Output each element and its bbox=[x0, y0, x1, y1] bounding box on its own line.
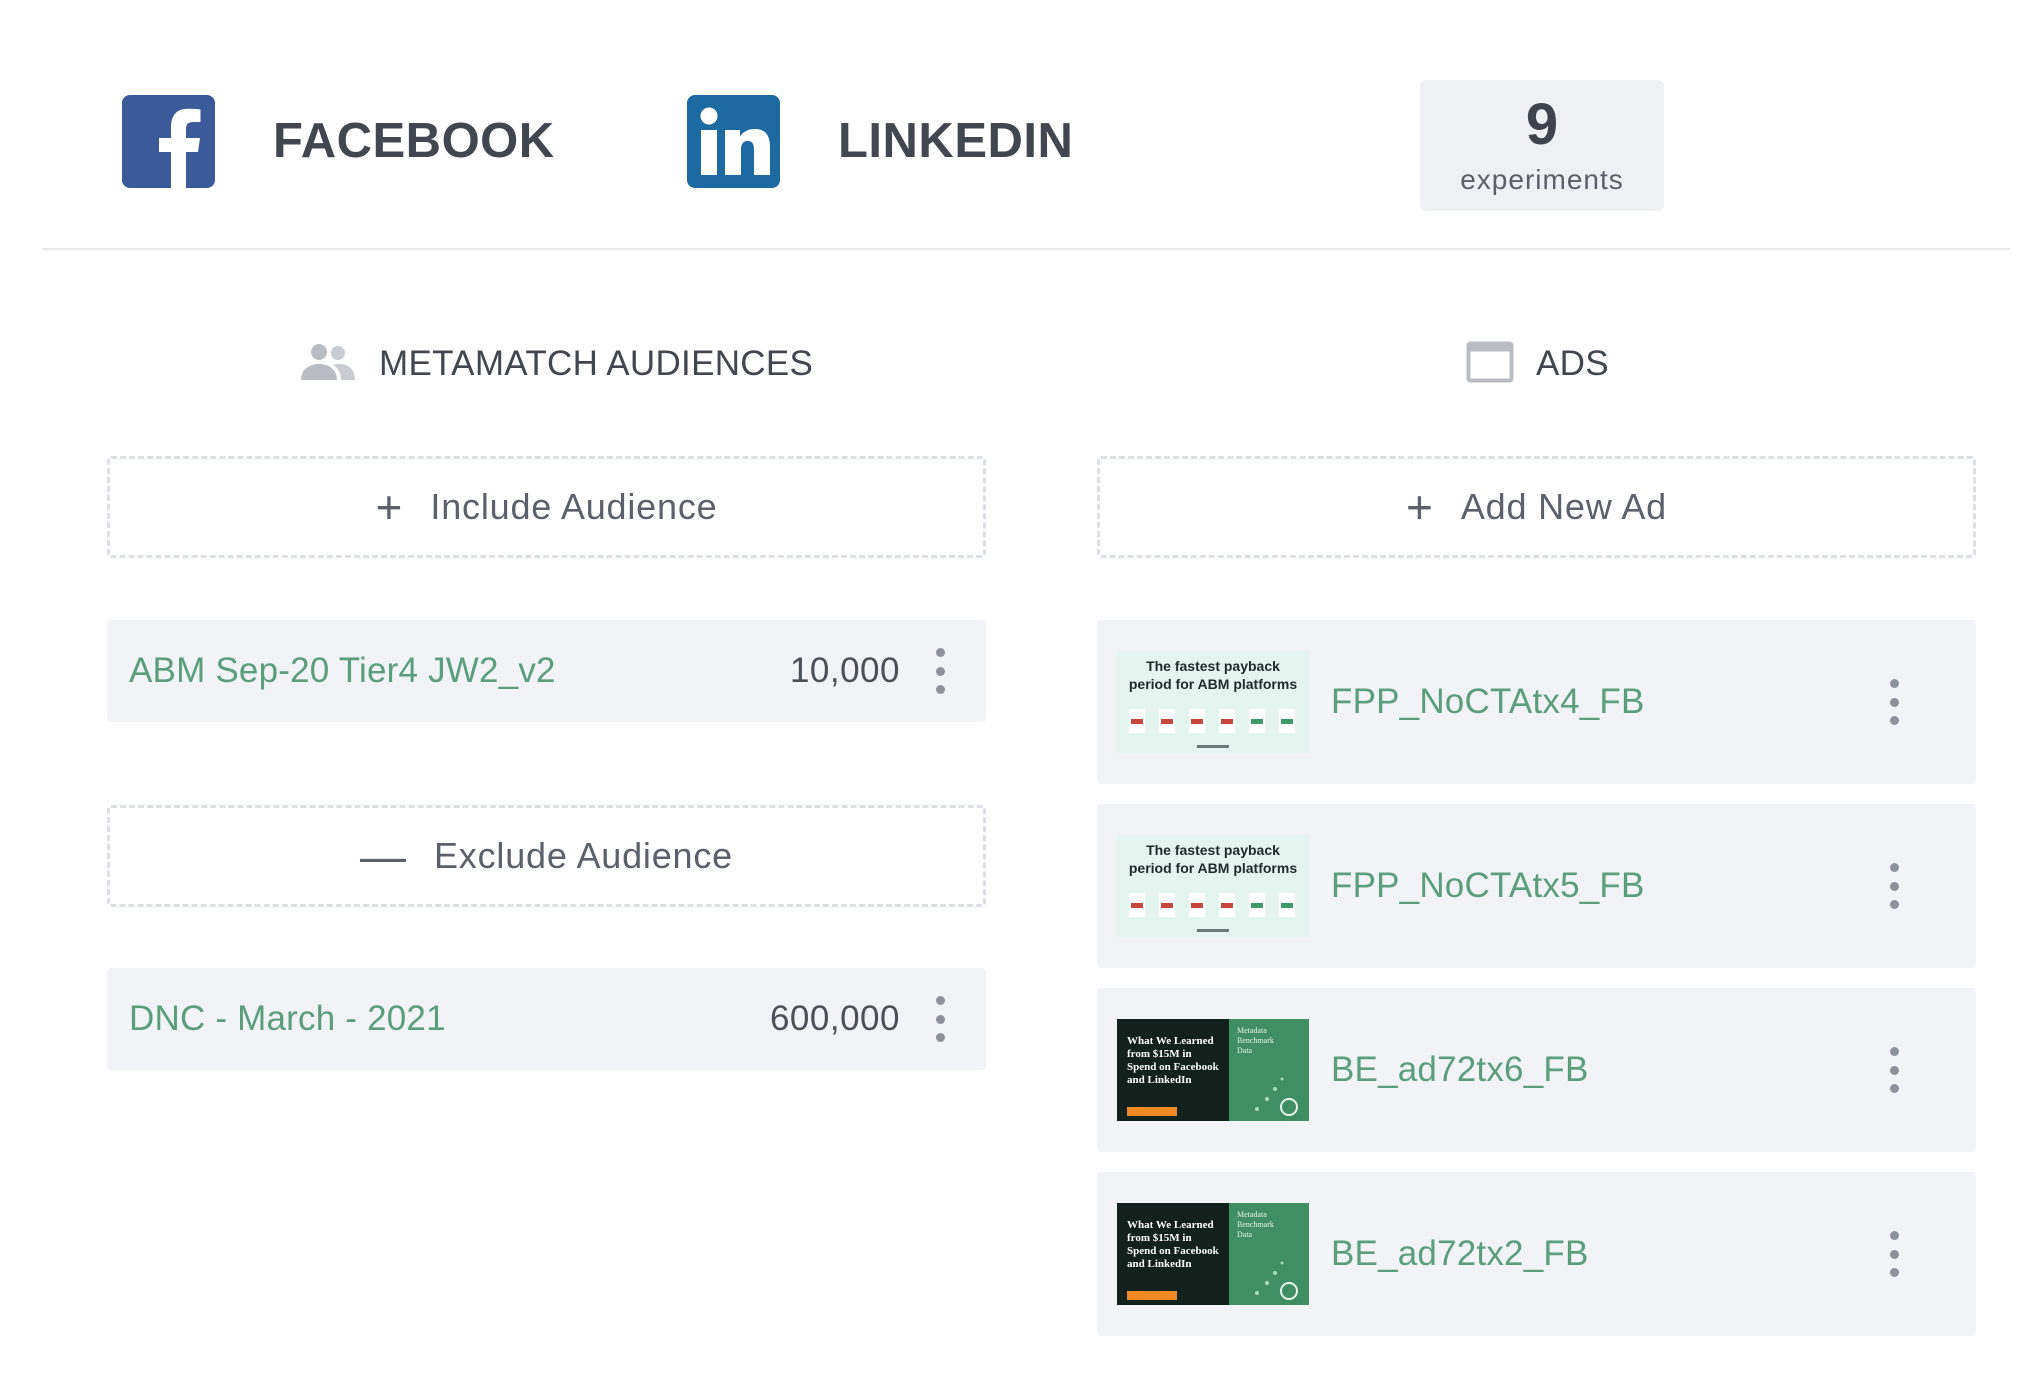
more-options-icon[interactable] bbox=[930, 648, 950, 694]
ad-row: What We Learned from $15M in Spend on Fa… bbox=[1097, 1172, 1976, 1336]
svg-text:and LinkedIn: and LinkedIn bbox=[1127, 1258, 1192, 1270]
ad-name[interactable]: FPP_NoCTAtx5_FB bbox=[1331, 866, 1884, 906]
excluded-audience-row: DNC - March - 2021 600,000 bbox=[107, 968, 986, 1070]
ad-name[interactable]: FPP_NoCTAtx4_FB bbox=[1331, 682, 1884, 722]
add-new-ad-label: Add New Ad bbox=[1460, 486, 1667, 527]
audience-count: 10,000 bbox=[789, 651, 900, 690]
audience-count: 600,000 bbox=[769, 999, 900, 1038]
more-options-icon[interactable] bbox=[1884, 863, 1904, 909]
linkedin-platform[interactable]: LINKEDIN bbox=[687, 94, 1073, 188]
plus-icon: + bbox=[1406, 481, 1433, 533]
ad-row: What We Learned from $15M in Spend on Fa… bbox=[1097, 988, 1976, 1152]
ads-title: ADS bbox=[1536, 344, 1609, 383]
people-icon bbox=[297, 342, 357, 387]
facebook-platform[interactable]: FACEBOOK bbox=[122, 94, 555, 188]
more-options-icon[interactable] bbox=[930, 996, 950, 1042]
more-options-icon[interactable] bbox=[1884, 679, 1904, 725]
ad-name[interactable]: BE_ad72tx2_FB bbox=[1331, 1234, 1884, 1274]
ad-thumbnail[interactable]: What We Learned from $15M in Spend on Fa… bbox=[1117, 1203, 1309, 1305]
exclude-audience-label: Exclude Audience bbox=[433, 835, 733, 876]
svg-text:Data: Data bbox=[1237, 1046, 1253, 1055]
svg-text:Spend on Facebook: Spend on Facebook bbox=[1127, 1245, 1220, 1257]
facebook-icon bbox=[122, 94, 215, 188]
svg-text:The fastest payback: The fastest payback bbox=[1146, 842, 1280, 858]
window-icon bbox=[1466, 341, 1514, 388]
more-options-icon[interactable] bbox=[1884, 1231, 1904, 1277]
ads-section-header: ADS bbox=[1466, 336, 1609, 392]
ad-thumbnail[interactable]: The fastest payback period for ABM platf… bbox=[1117, 651, 1309, 753]
include-audience-button[interactable]: + Include Audience bbox=[107, 456, 986, 558]
ad-name[interactable]: BE_ad72tx6_FB bbox=[1331, 1050, 1884, 1090]
svg-text:Data: Data bbox=[1237, 1230, 1253, 1239]
svg-text:The fastest payback: The fastest payback bbox=[1146, 658, 1280, 674]
audiences-section-header: METAMATCH AUDIENCES bbox=[297, 336, 813, 392]
svg-text:Benchmark: Benchmark bbox=[1237, 1220, 1274, 1229]
svg-text:What We Learned: What We Learned bbox=[1127, 1035, 1214, 1047]
ad-thumbnail[interactable]: What We Learned from $15M in Spend on Fa… bbox=[1117, 1019, 1309, 1121]
more-options-icon[interactable] bbox=[1884, 1047, 1904, 1093]
audience-name[interactable]: DNC - March - 2021 bbox=[129, 999, 770, 1039]
svg-text:Metadata: Metadata bbox=[1237, 1210, 1267, 1219]
minus-icon: — bbox=[359, 830, 406, 882]
svg-text:Metadata: Metadata bbox=[1237, 1026, 1267, 1035]
audiences-title: METAMATCH AUDIENCES bbox=[379, 344, 814, 383]
audience-name[interactable]: ABM Sep-20 Tier4 JW2_v2 bbox=[129, 651, 790, 691]
svg-text:and LinkedIn: and LinkedIn bbox=[1127, 1074, 1192, 1086]
plus-icon: + bbox=[375, 481, 403, 533]
svg-text:Benchmark: Benchmark bbox=[1237, 1036, 1274, 1045]
experiments-count: 9 bbox=[1525, 91, 1559, 157]
facebook-label: FACEBOOK bbox=[273, 114, 555, 168]
svg-text:period for ABM platforms: period for ABM platforms bbox=[1129, 860, 1297, 876]
header-divider bbox=[42, 248, 2010, 250]
linkedin-label: LINKEDIN bbox=[838, 114, 1074, 168]
add-new-ad-button[interactable]: + Add New Ad bbox=[1097, 456, 1976, 558]
exclude-audience-button[interactable]: — Exclude Audience bbox=[107, 805, 986, 907]
ad-thumbnail[interactable]: The fastest payback period for ABM platf… bbox=[1117, 835, 1309, 937]
svg-text:from $15M in: from $15M in bbox=[1127, 1048, 1192, 1060]
ad-row: The fastest payback period for ABM platf… bbox=[1097, 620, 1976, 784]
linkedin-icon bbox=[687, 94, 780, 188]
svg-text:from $15M in: from $15M in bbox=[1127, 1232, 1192, 1244]
svg-text:period for ABM platforms: period for ABM platforms bbox=[1129, 676, 1297, 692]
included-audience-row: ABM Sep-20 Tier4 JW2_v2 10,000 bbox=[107, 620, 986, 722]
include-audience-label: Include Audience bbox=[430, 486, 718, 527]
svg-text:Spend on Facebook: Spend on Facebook bbox=[1127, 1061, 1220, 1073]
svg-text:What We Learned: What We Learned bbox=[1127, 1219, 1214, 1231]
ad-row: The fastest payback period for ABM platf… bbox=[1097, 804, 1976, 968]
experiments-counter[interactable]: 9 experiments bbox=[1420, 80, 1664, 211]
experiments-label: experiments bbox=[1460, 163, 1624, 195]
